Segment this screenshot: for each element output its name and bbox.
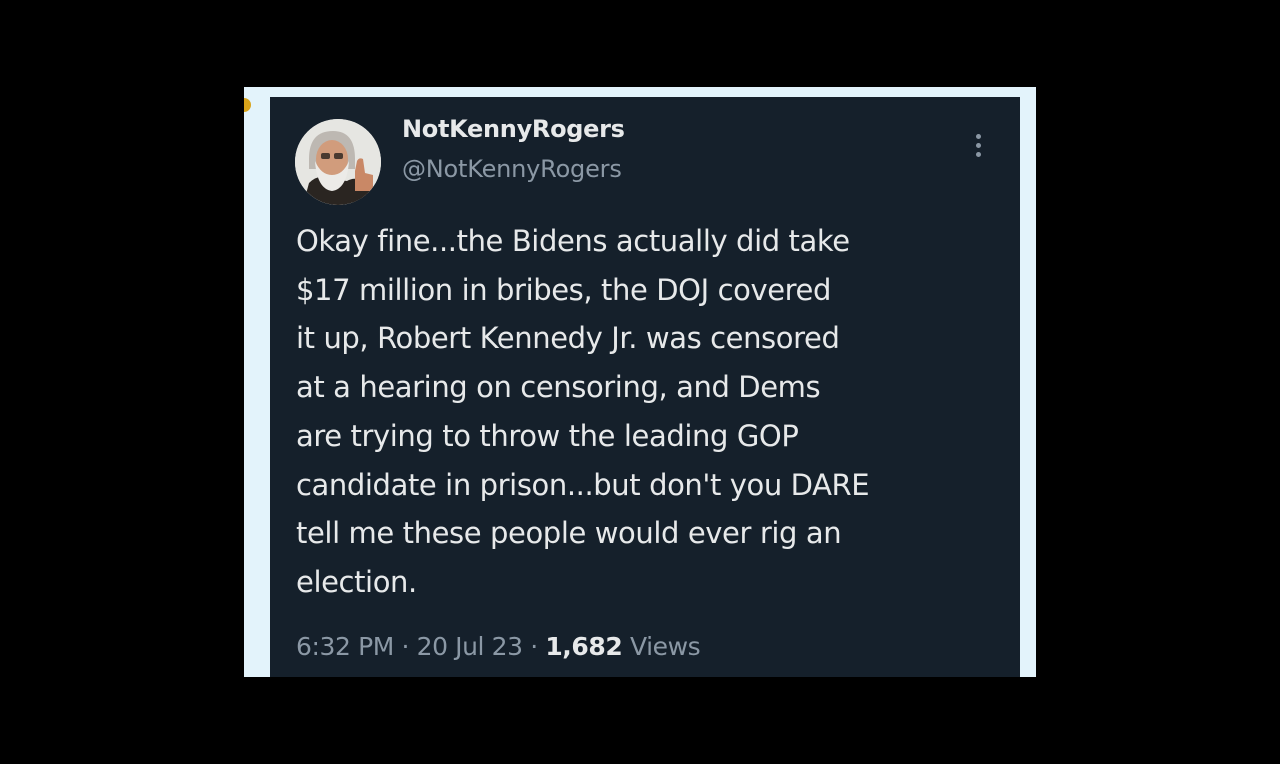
meta-separator: · [401, 632, 410, 661]
avatar-photo-icon [295, 119, 381, 205]
user-handle[interactable]: @NotKennyRogers [402, 155, 622, 183]
tweet-text-line: it up, Robert Kennedy Jr. was censored [296, 321, 840, 356]
meta-separator: · [530, 632, 538, 661]
tweet-text-line: at a hearing on censoring, and Dems [296, 370, 821, 405]
tweet-metadata: 6:32 PM · 20 Jul 23 · 1,682 Views [296, 632, 701, 661]
tweet-text: Okay fine...the Bidens actually did take… [296, 217, 1004, 607]
tweet-text-line: election. [296, 564, 417, 599]
tweet-text-line: candidate in prison...but don't you DARE [296, 467, 870, 502]
tweet-text-line: are trying to throw the leading GOP [296, 418, 799, 453]
tweet-date: 20 Jul 23 [416, 632, 523, 661]
more-dot [975, 134, 981, 139]
views-label: Views [629, 632, 701, 661]
avatar[interactable] [295, 119, 381, 205]
more-dot [975, 152, 981, 157]
tweet-text-line: Okay fine...the Bidens actually did take [296, 224, 850, 258]
more-dot [975, 143, 981, 148]
tweet-timestamp[interactable]: 6:32 PM [296, 632, 394, 661]
more-vertical-icon[interactable] [968, 131, 988, 165]
tweet-card: NotKennyRogers @NotKennyRogers Okay fine… [270, 97, 1020, 677]
views-count: 1,682 [545, 632, 623, 661]
tweet-text-line: $17 million in bribes, the DOJ covered [296, 272, 831, 307]
tweet-text-line: tell me these people would ever rig an [296, 516, 842, 551]
display-name[interactable]: NotKennyRogers [402, 115, 625, 143]
